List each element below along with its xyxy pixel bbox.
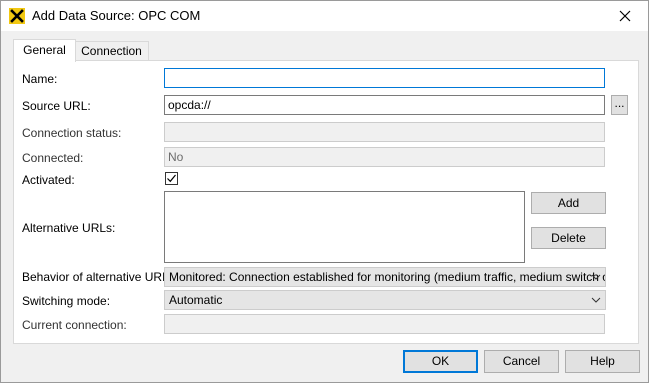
behavior-value: Monitored: Connection established for mo… [169, 270, 606, 284]
connection-status-field [164, 122, 605, 142]
activated-checkbox[interactable] [165, 172, 178, 185]
name-label: Name: [22, 72, 58, 86]
current-connection-label: Current connection: [22, 318, 127, 332]
source-url-label: Source URL: [22, 99, 91, 113]
add-url-button[interactable]: Add [531, 192, 606, 214]
current-connection-field [164, 314, 605, 334]
delete-url-button[interactable]: Delete [531, 227, 606, 249]
tab-connection[interactable]: Connection [74, 41, 149, 62]
app-logo-icon [9, 8, 25, 24]
title-bar: Add Data Source: OPC COM [1, 1, 648, 31]
switching-mode-label: Switching mode: [22, 294, 111, 308]
connection-status-label: Connection status: [22, 126, 122, 140]
behavior-select[interactable]: Monitored: Connection established for mo… [164, 267, 606, 287]
alternative-urls-list[interactable] [164, 191, 525, 263]
behavior-label: Behavior of alternative URLs: [22, 270, 179, 284]
name-input[interactable] [164, 68, 605, 88]
cancel-button[interactable]: Cancel [484, 350, 559, 373]
window-title: Add Data Source: OPC COM [32, 8, 201, 23]
connected-label: Connected: [22, 151, 84, 165]
alternative-urls-label: Alternative URLs: [22, 221, 116, 235]
help-button[interactable]: Help [565, 350, 640, 373]
source-url-input[interactable] [164, 95, 605, 115]
chevron-down-icon [591, 297, 601, 303]
close-icon [619, 10, 631, 22]
activated-label: Activated: [22, 173, 75, 187]
close-button[interactable] [602, 1, 648, 31]
connected-field: No [164, 147, 605, 167]
chevron-down-icon [591, 274, 601, 280]
ok-button[interactable]: OK [403, 350, 478, 373]
tab-general[interactable]: General [13, 39, 76, 62]
browse-url-button[interactable]: ... [611, 95, 628, 115]
switching-mode-select[interactable]: Automatic [164, 290, 606, 310]
dialog-window: Add Data Source: OPC COM General Connect… [0, 0, 649, 383]
checkmark-icon [167, 174, 176, 183]
switching-mode-value: Automatic [169, 293, 223, 307]
